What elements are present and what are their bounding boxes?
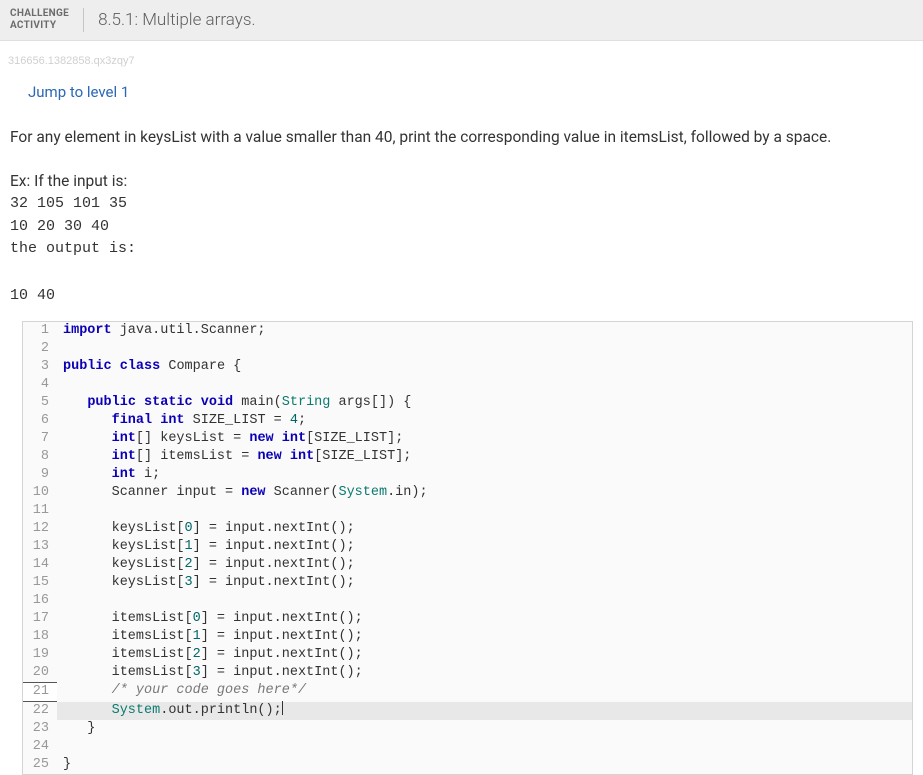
problem-description: For any element in keysList with a value… — [0, 101, 923, 315]
line-content[interactable]: keysList[1] = input.nextInt(); — [57, 538, 912, 556]
line-content[interactable] — [57, 340, 912, 358]
example-input-label: Ex: If the input is: — [10, 169, 913, 193]
line-number: 20 — [23, 664, 57, 682]
activity-id: 316656.1382858.qx3zqy7 — [0, 41, 923, 67]
line-content[interactable] — [57, 738, 912, 756]
code-line[interactable]: 13 keysList[1] = input.nextInt(); — [23, 538, 912, 556]
line-number: 23 — [23, 720, 57, 738]
code-line[interactable]: 7 int[] keysList = new int[SIZE_LIST]; — [23, 430, 912, 448]
line-content[interactable]: public class Compare { — [57, 358, 912, 376]
code-line[interactable]: 11 — [23, 502, 912, 520]
challenge-header: CHALLENGE ACTIVITY 8.5.1: Multiple array… — [0, 0, 923, 41]
code-line[interactable]: 6 final int SIZE_LIST = 4; — [23, 412, 912, 430]
line-content[interactable]: keysList[3] = input.nextInt(); — [57, 574, 912, 592]
line-content[interactable]: final int SIZE_LIST = 4; — [57, 412, 912, 430]
line-number: 17 — [23, 610, 57, 628]
code-line[interactable]: 16 — [23, 592, 912, 610]
code-line[interactable]: 25} — [23, 756, 912, 774]
line-number: 18 — [23, 628, 57, 646]
code-line[interactable]: 12 keysList[0] = input.nextInt(); — [23, 520, 912, 538]
line-number: 3 — [23, 358, 57, 376]
line-number: 25 — [23, 756, 57, 774]
line-number: 6 — [23, 412, 57, 430]
line-number: 5 — [23, 394, 57, 412]
line-number: 16 — [23, 592, 57, 610]
example-input-block: 32 105 101 35 10 20 30 40 — [10, 193, 913, 238]
jump-to-level-link[interactable]: Jump to level 1 — [0, 67, 139, 101]
line-number: 15 — [23, 574, 57, 592]
line-number: 1 — [23, 322, 57, 340]
code-line[interactable]: 3public class Compare { — [23, 358, 912, 376]
challenge-title: 8.5.1: Multiple arrays. — [84, 10, 255, 30]
line-content[interactable]: public static void main(String args[]) { — [57, 394, 912, 412]
line-number: 19 — [23, 646, 57, 664]
line-content[interactable] — [57, 502, 912, 520]
line-content[interactable]: itemsList[3] = input.nextInt(); — [57, 664, 912, 682]
code-line[interactable]: 8 int[] itemsList = new int[SIZE_LIST]; — [23, 448, 912, 466]
code-line[interactable]: 19 itemsList[2] = input.nextInt(); — [23, 646, 912, 664]
code-line[interactable]: 4 — [23, 376, 912, 394]
line-content[interactable]: int i; — [57, 466, 912, 484]
line-content[interactable] — [57, 376, 912, 394]
line-content[interactable]: Scanner input = new Scanner(System.in); — [57, 484, 912, 502]
line-number: 12 — [23, 520, 57, 538]
line-content[interactable]: itemsList[0] = input.nextInt(); — [57, 610, 912, 628]
line-content[interactable]: } — [57, 720, 912, 738]
line-content[interactable]: int[] itemsList = new int[SIZE_LIST]; — [57, 448, 912, 466]
code-editor[interactable]: 1import java.util.Scanner;23public class… — [22, 321, 913, 775]
code-line[interactable]: 24 — [23, 738, 912, 756]
code-line[interactable]: 18 itemsList[1] = input.nextInt(); — [23, 628, 912, 646]
code-line[interactable]: 14 keysList[2] = input.nextInt(); — [23, 556, 912, 574]
code-line[interactable]: 21 /* your code goes here*/ — [23, 682, 912, 702]
line-number: 7 — [23, 430, 57, 448]
line-number: 14 — [23, 556, 57, 574]
code-line[interactable]: 23 } — [23, 720, 912, 738]
line-content[interactable]: /* your code goes here*/ — [57, 682, 912, 702]
line-content[interactable]: } — [57, 756, 912, 774]
code-line[interactable]: 10 Scanner input = new Scanner(System.in… — [23, 484, 912, 502]
code-line[interactable]: 17 itemsList[0] = input.nextInt(); — [23, 610, 912, 628]
code-line[interactable]: 1import java.util.Scanner; — [23, 322, 912, 340]
line-number: 24 — [23, 738, 57, 756]
line-content[interactable]: itemsList[2] = input.nextInt(); — [57, 646, 912, 664]
line-number: 10 — [23, 484, 57, 502]
example-output-label: the output is: — [10, 238, 913, 261]
line-number: 4 — [23, 376, 57, 394]
challenge-activity-label: CHALLENGE ACTIVITY — [10, 8, 84, 32]
line-number: 9 — [23, 466, 57, 484]
line-content[interactable]: keysList[2] = input.nextInt(); — [57, 556, 912, 574]
code-line[interactable]: 22 System.out.println(); — [23, 702, 912, 720]
code-line[interactable]: 2 — [23, 340, 912, 358]
code-line[interactable]: 9 int i; — [23, 466, 912, 484]
line-content[interactable]: int[] keysList = new int[SIZE_LIST]; — [57, 430, 912, 448]
code-line[interactable]: 20 itemsList[3] = input.nextInt(); — [23, 664, 912, 682]
code-line[interactable]: 5 public static void main(String args[])… — [23, 394, 912, 412]
line-content[interactable] — [57, 592, 912, 610]
code-line[interactable]: 15 keysList[3] = input.nextInt(); — [23, 574, 912, 592]
label-line-1: CHALLENGE — [10, 8, 69, 20]
line-number: 13 — [23, 538, 57, 556]
line-content[interactable]: import java.util.Scanner; — [57, 322, 912, 340]
line-number: 8 — [23, 448, 57, 466]
line-content[interactable]: keysList[0] = input.nextInt(); — [57, 520, 912, 538]
problem-statement: For any element in keysList with a value… — [10, 125, 913, 149]
line-number: 2 — [23, 340, 57, 358]
line-number: 22 — [23, 702, 57, 720]
line-content[interactable]: itemsList[1] = input.nextInt(); — [57, 628, 912, 646]
line-number: 21 — [23, 682, 57, 702]
line-number: 11 — [23, 502, 57, 520]
line-content[interactable]: System.out.println(); — [57, 702, 912, 720]
label-line-2: ACTIVITY — [10, 20, 69, 32]
example-output-block: 10 40 — [10, 285, 913, 308]
